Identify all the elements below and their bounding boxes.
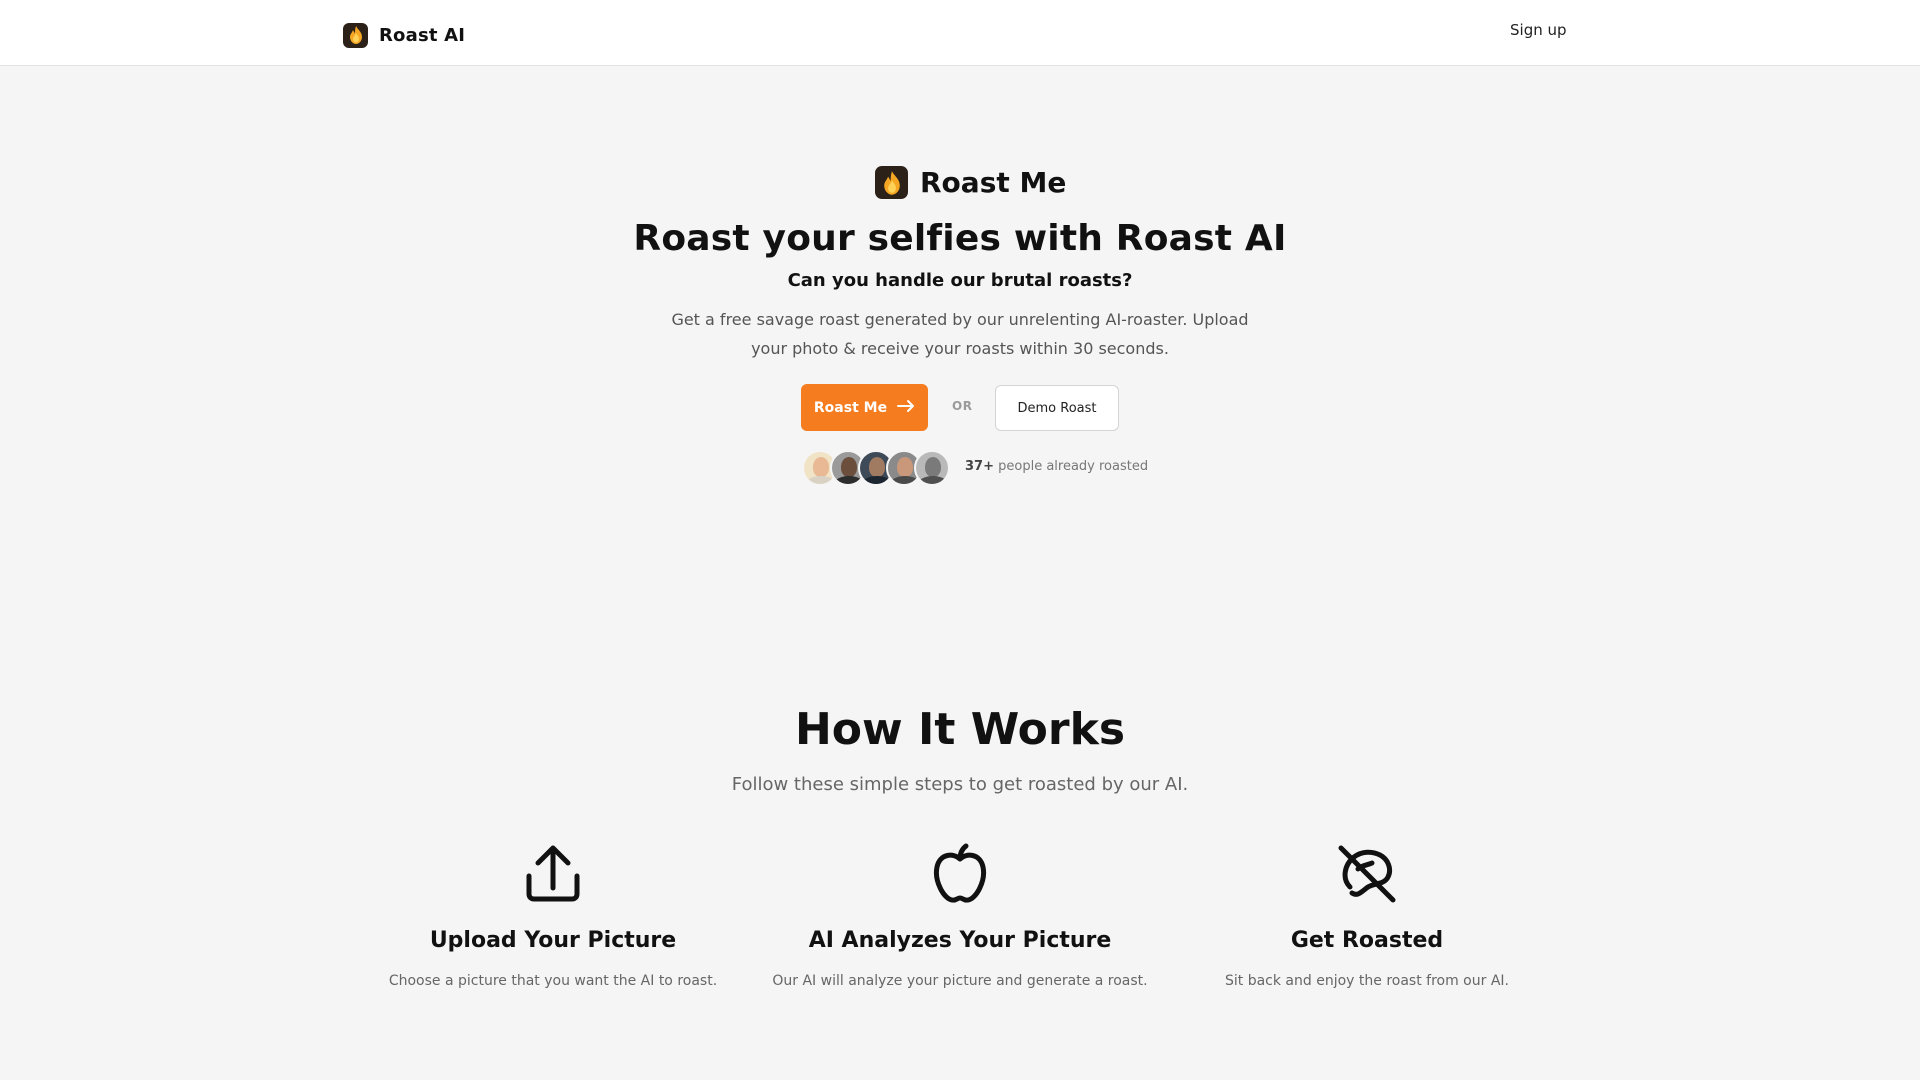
step-upload: Upload Your Picture Choose a picture tha… bbox=[343, 842, 763, 989]
signup-link[interactable]: Sign up bbox=[1510, 21, 1567, 39]
demo-roast-button[interactable]: Demo Roast bbox=[995, 385, 1119, 431]
upload-icon bbox=[343, 842, 763, 906]
step-description: Sit back and enjoy the roast from our AI… bbox=[1225, 973, 1509, 989]
step-analyze: AI Analyzes Your Picture Our AI will ana… bbox=[750, 842, 1170, 989]
top-navbar: Roast AI Sign up bbox=[0, 0, 1920, 66]
avatar-stack bbox=[802, 450, 950, 486]
step-get-roasted: Get Roasted Sit back and enjoy the roast… bbox=[1157, 842, 1577, 989]
bean-off-icon bbox=[1157, 842, 1577, 906]
brand-link[interactable]: Roast AI bbox=[343, 22, 465, 48]
hero-title: Roast your selfies with Roast AI bbox=[633, 218, 1287, 259]
or-separator: OR bbox=[952, 399, 973, 413]
arrow-right-icon bbox=[897, 399, 915, 417]
roasted-count: 37+ bbox=[965, 459, 994, 474]
step-description: Choose a picture that you want the AI to… bbox=[388, 973, 718, 989]
step-title: Get Roasted bbox=[1290, 928, 1444, 953]
step-description: Our AI will analyze your picture and gen… bbox=[772, 973, 1148, 989]
how-it-works-title: How It Works bbox=[794, 704, 1126, 755]
hero-badge-text: Roast Me bbox=[920, 166, 1067, 199]
roast-me-button[interactable]: Roast Me bbox=[801, 384, 928, 431]
hero-description: Get a free savage roast generated by our… bbox=[671, 310, 1249, 358]
apple-icon bbox=[750, 842, 1170, 906]
flame-logo-icon bbox=[875, 166, 908, 199]
roast-me-button-label: Roast Me bbox=[813, 399, 888, 416]
avatar bbox=[914, 450, 950, 486]
roasted-text: people already roasted bbox=[998, 459, 1149, 474]
step-title: Upload Your Picture bbox=[429, 928, 677, 953]
how-it-works-subtitle: Follow these simple steps to get roasted… bbox=[731, 774, 1189, 795]
hero-badge: Roast Me bbox=[875, 165, 1066, 200]
brand-name: Roast AI bbox=[379, 24, 466, 46]
flame-logo-icon bbox=[343, 22, 368, 48]
hero-subtitle: Can you handle our brutal roasts? bbox=[787, 270, 1133, 291]
step-title: AI Analyzes Your Picture bbox=[808, 928, 1112, 953]
social-proof: 37+ people already roasted bbox=[965, 459, 1148, 474]
